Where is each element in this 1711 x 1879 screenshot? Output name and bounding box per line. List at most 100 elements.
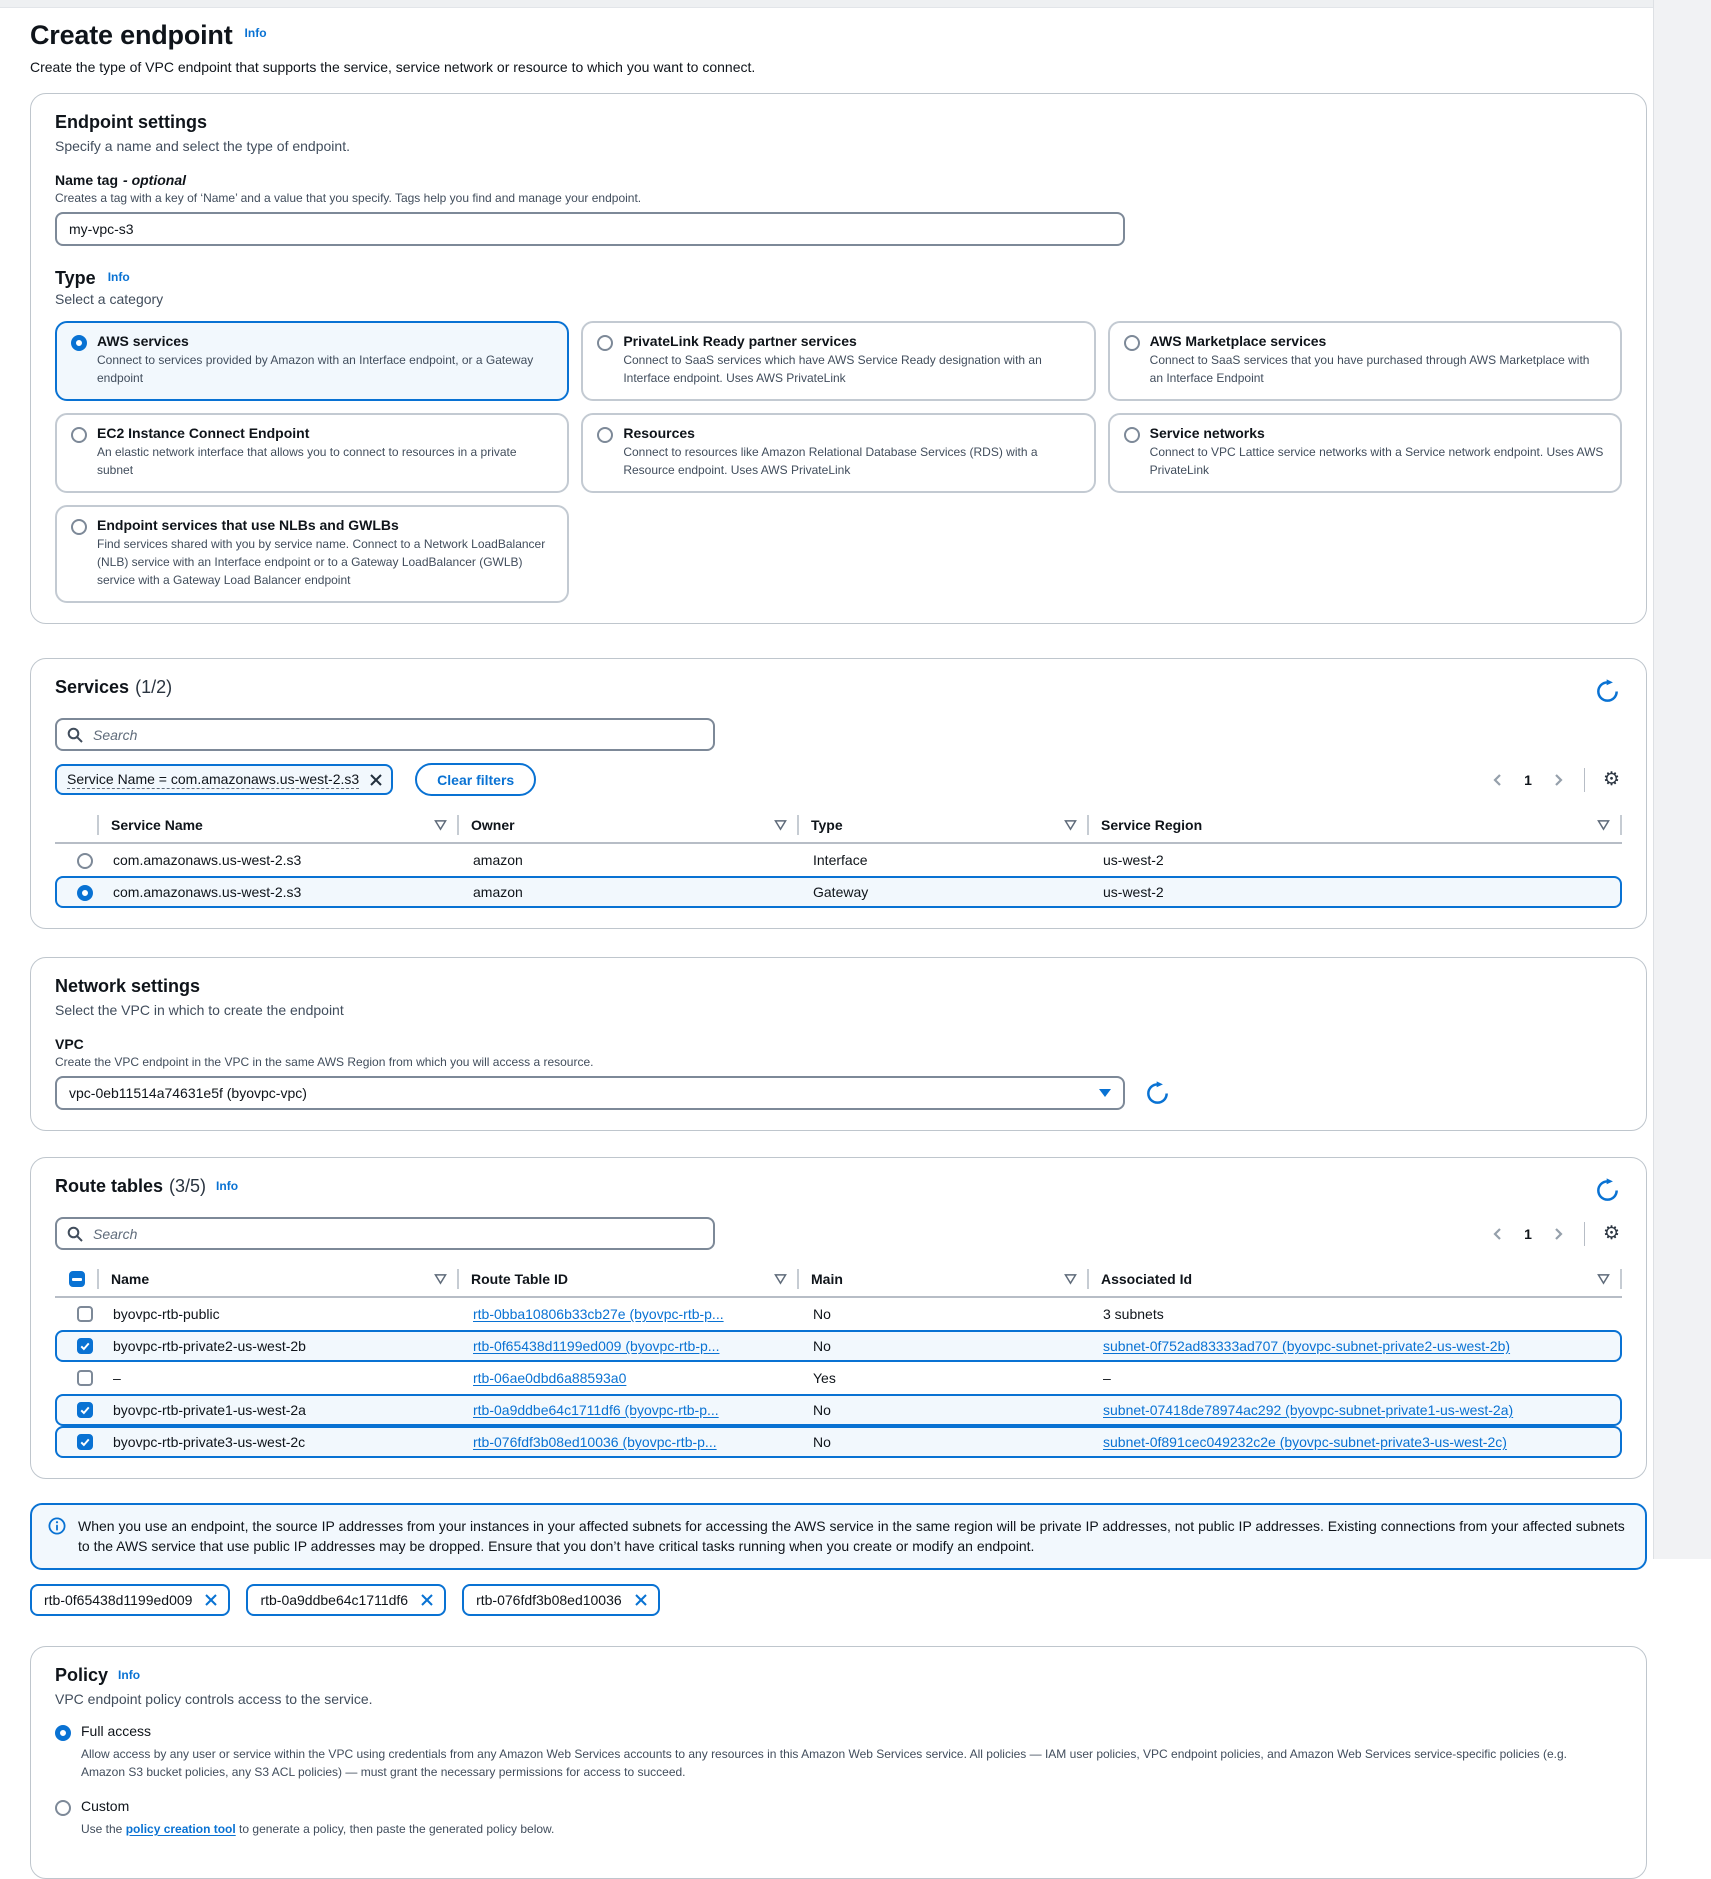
policy-option-full-access[interactable]: Full access (55, 1723, 1622, 1741)
sort-icon[interactable] (1064, 1273, 1077, 1285)
owner-cell: amazon (461, 852, 801, 868)
column-header-associated-id[interactable]: Associated Id (1089, 1262, 1622, 1296)
radio-icon[interactable] (597, 427, 613, 443)
sort-icon[interactable] (1597, 819, 1610, 831)
page-header: Create endpointInfo Create the type of V… (30, 20, 1647, 75)
radio-icon[interactable] (1124, 335, 1140, 351)
route-tables-search-box[interactable] (55, 1217, 715, 1250)
sort-icon[interactable] (1597, 1273, 1610, 1285)
alert-text: When you use an endpoint, the source IP … (78, 1516, 1629, 1557)
route-tables-refresh-button[interactable] (1593, 1176, 1622, 1205)
dismiss-token-icon[interactable] (634, 1593, 648, 1607)
radio-icon[interactable] (1124, 427, 1140, 443)
route-table-row-public[interactable]: byovpc-rtb-public rtb-0bba10806b33cb27e … (55, 1298, 1622, 1330)
route-table-token[interactable]: rtb-076fdf3b08ed10036 (462, 1584, 660, 1616)
checkbox-checked-icon[interactable] (77, 1338, 93, 1354)
checkbox-icon[interactable] (77, 1306, 93, 1322)
route-table-id-link[interactable]: rtb-0bba10806b33cb27e (byovpc-rtb-p... (473, 1306, 724, 1322)
column-header-main[interactable]: Main (799, 1262, 1089, 1296)
dismiss-token-icon[interactable] (420, 1593, 434, 1607)
column-header-service-name[interactable]: Service Name (99, 808, 459, 842)
filter-token-label[interactable]: Service Name = com.amazonaws.us-west-2.s… (67, 771, 359, 789)
type-card-aws-services[interactable]: AWS services Connect to services provide… (55, 321, 569, 401)
checkbox-checked-icon[interactable] (77, 1434, 93, 1450)
vpc-refresh-button[interactable] (1143, 1079, 1172, 1108)
page-info-link[interactable]: Info (245, 26, 267, 40)
name-cell: byovpc-rtb-private3-us-west-2c (101, 1434, 461, 1450)
service-row-gateway[interactable]: com.amazonaws.us-west-2.s3 amazon Gatewa… (55, 876, 1622, 908)
radio-icon[interactable] (55, 1800, 71, 1816)
policy-creation-tool-link[interactable]: policy creation tool (126, 1822, 236, 1836)
endpoint-info-alert: When you use an endpoint, the source IP … (30, 1503, 1647, 1570)
type-card-title: AWS Marketplace services (1150, 333, 1606, 349)
next-page-button[interactable] (1548, 1224, 1568, 1244)
type-card-privatelink-partner[interactable]: PrivateLink Ready partner services Conne… (581, 321, 1095, 401)
type-card-marketplace[interactable]: AWS Marketplace services Connect to SaaS… (1108, 321, 1622, 401)
service-row-interface[interactable]: com.amazonaws.us-west-2.s3 amazon Interf… (55, 844, 1622, 876)
sort-icon[interactable] (434, 1273, 447, 1285)
type-info-link[interactable]: Info (108, 270, 130, 284)
route-table-token[interactable]: rtb-0a9ddbe64c1711df6 (246, 1584, 446, 1616)
sort-icon[interactable] (1064, 819, 1077, 831)
policy-info-link[interactable]: Info (118, 1668, 140, 1682)
vpc-select[interactable]: vpc-0eb11514a74631e5f (byovpc-vpc) (55, 1076, 1125, 1110)
radio-checked-icon[interactable] (71, 335, 87, 351)
clear-filters-button[interactable]: Clear filters (415, 763, 536, 796)
dismiss-token-icon[interactable] (204, 1593, 218, 1607)
dismiss-token-icon[interactable] (369, 773, 383, 787)
next-page-button[interactable] (1548, 770, 1568, 790)
associated-subnet-link[interactable]: subnet-0f752ad83333ad707 (byovpc-subnet-… (1103, 1338, 1510, 1354)
associated-subnet-link[interactable]: subnet-07418de78974ac292 (byovpc-subnet-… (1103, 1402, 1513, 1418)
route-tables-search-input[interactable] (91, 1225, 703, 1243)
route-table-row-private3[interactable]: byovpc-rtb-private3-us-west-2c rtb-076fd… (55, 1426, 1622, 1458)
type-card-resources[interactable]: Resources Connect to resources like Amaz… (581, 413, 1095, 493)
sort-icon[interactable] (434, 819, 447, 831)
page-number[interactable]: 1 (1520, 1226, 1536, 1242)
route-table-token[interactable]: rtb-0f65438d1199ed009 (30, 1584, 230, 1616)
type-card-service-networks[interactable]: Service networks Connect to VPC Lattice … (1108, 413, 1622, 493)
radio-checked-icon[interactable] (55, 1725, 71, 1741)
radio-icon[interactable] (71, 519, 87, 535)
route-table-id-link[interactable]: rtb-06ae0dbd6a88593a0 (473, 1370, 626, 1386)
type-card-title: Endpoint services that use NLBs and GWLB… (97, 517, 553, 533)
page-number[interactable]: 1 (1520, 772, 1536, 788)
previous-page-button[interactable] (1488, 1224, 1508, 1244)
radio-icon[interactable] (597, 335, 613, 351)
column-header-type[interactable]: Type (799, 808, 1089, 842)
type-card-ec2-instance-connect[interactable]: EC2 Instance Connect Endpoint An elastic… (55, 413, 569, 493)
route-table-id-link[interactable]: rtb-0a9ddbe64c1711df6 (byovpc-rtb-p... (473, 1402, 719, 1418)
network-settings-section: Network settings Select the VPC in which… (30, 957, 1647, 1131)
service-name-filter-token[interactable]: Service Name = com.amazonaws.us-west-2.s… (55, 764, 393, 795)
column-header-name[interactable]: Name (99, 1262, 459, 1296)
sort-icon[interactable] (774, 1273, 787, 1285)
services-search-box[interactable] (55, 718, 715, 751)
checkbox-icon[interactable] (77, 1370, 93, 1386)
services-refresh-button[interactable] (1593, 677, 1622, 706)
route-tables-info-link[interactable]: Info (216, 1179, 238, 1193)
services-search-input[interactable] (91, 726, 703, 744)
checkbox-checked-icon[interactable] (77, 1402, 93, 1418)
route-table-row-private1[interactable]: byovpc-rtb-private1-us-west-2a rtb-0a9dd… (55, 1394, 1622, 1426)
previous-page-button[interactable] (1488, 770, 1508, 790)
route-table-id-link[interactable]: rtb-0f65438d1199ed009 (byovpc-rtb-p... (473, 1338, 719, 1354)
associated-subnet-link[interactable]: subnet-0f891cec049232c2e (byovpc-subnet-… (1103, 1434, 1507, 1450)
main-cell: Yes (801, 1370, 1091, 1386)
route-table-id-link[interactable]: rtb-076fdf3b08ed10036 (byovpc-rtb-p... (473, 1434, 717, 1450)
radio-icon[interactable] (77, 853, 93, 869)
column-header-service-region[interactable]: Service Region (1089, 808, 1622, 842)
radio-icon[interactable] (71, 427, 87, 443)
route-table-row-private2[interactable]: byovpc-rtb-private2-us-west-2b rtb-0f654… (55, 1330, 1622, 1362)
column-header-route-table-id[interactable]: Route Table ID (459, 1262, 799, 1296)
subnets-popover-link[interactable]: 3 subnets (1103, 1306, 1164, 1322)
indeterminate-checkbox[interactable] (69, 1271, 85, 1287)
type-card-nlb-gwlb[interactable]: Endpoint services that use NLBs and GWLB… (55, 505, 569, 603)
route-table-row-main[interactable]: – rtb-06ae0dbd6a88593a0 Yes – (55, 1362, 1622, 1394)
radio-checked-icon[interactable] (77, 885, 93, 901)
policy-option-custom[interactable]: Custom (55, 1798, 1622, 1816)
selected-route-table-tokens: rtb-0f65438d1199ed009 rtb-0a9ddbe64c1711… (30, 1584, 1647, 1616)
name-tag-input[interactable] (55, 212, 1125, 246)
services-preferences-button[interactable]: ⚙ (1601, 768, 1622, 791)
column-header-owner[interactable]: Owner (459, 808, 799, 842)
sort-icon[interactable] (774, 819, 787, 831)
route-tables-preferences-button[interactable]: ⚙ (1601, 1222, 1622, 1245)
